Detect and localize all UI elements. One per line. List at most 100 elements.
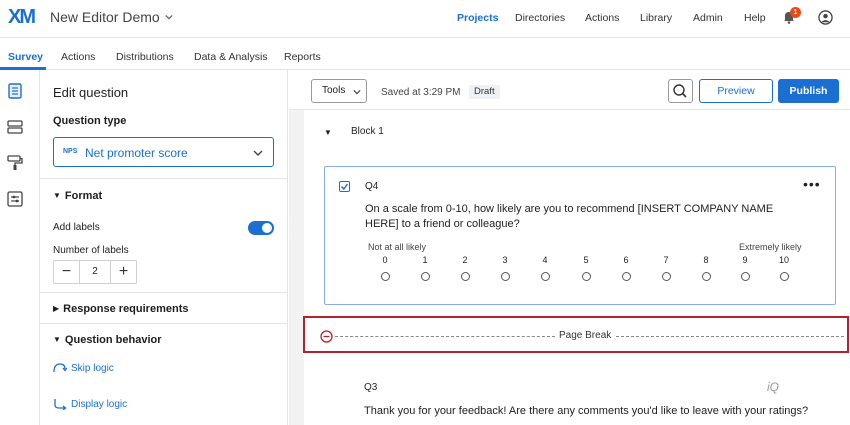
- labels-stepper: − 2 +: [53, 260, 137, 284]
- edit-question-panel: Edit question Question type NPS Net prom…: [40, 70, 288, 425]
- xm-logo[interactable]: XM: [8, 6, 36, 29]
- tab-distributions[interactable]: Distributions: [116, 51, 174, 63]
- project-name[interactable]: New Editor Demo: [50, 9, 160, 25]
- add-labels-toggle[interactable]: [248, 221, 274, 235]
- more-options-icon[interactable]: •••: [803, 176, 821, 192]
- question-type-label: Question type: [53, 115, 127, 127]
- caret-down-icon: ▼: [53, 335, 61, 344]
- save-status: Saved at 3:29 PM: [381, 87, 461, 98]
- notification-badge: 1: [790, 7, 801, 18]
- display-logic-label: Display logic: [71, 399, 128, 410]
- divider: [40, 323, 288, 324]
- scale-point-label: 4: [542, 255, 548, 265]
- scale-radio-button[interactable]: [420, 272, 430, 281]
- question-text[interactable]: On a scale from 0-10, how likely are you…: [365, 202, 805, 232]
- chevron-down-icon[interactable]: [165, 13, 173, 21]
- scale-radio-button[interactable]: [460, 272, 470, 281]
- check-icon: [340, 183, 349, 191]
- scale-radio-button[interactable]: [661, 272, 671, 281]
- increment-button[interactable]: +: [110, 261, 136, 283]
- question-type-value: Net promoter score: [85, 146, 188, 160]
- question-behavior-header[interactable]: ▼ Question behavior: [53, 334, 162, 346]
- question-type-select[interactable]: NPS Net promoter score: [53, 137, 274, 167]
- question-text-q3[interactable]: Thank you for your feedback! Are there a…: [364, 405, 808, 417]
- tab-actions[interactable]: Actions: [61, 51, 95, 63]
- scale-radio-button[interactable]: [500, 272, 510, 281]
- page-break[interactable]: Page Break: [303, 316, 849, 353]
- scale-radio-button[interactable]: [581, 272, 591, 281]
- user-account-icon[interactable]: [818, 10, 833, 25]
- toggle-knob: [262, 223, 272, 233]
- survey-canvas: Tools Saved at 3:29 PM Draft Preview Pub…: [289, 70, 850, 425]
- status-badge: Draft: [469, 85, 500, 99]
- scale-point-label: 6: [623, 255, 629, 265]
- survey-tabs: Survey Actions Distributions Data & Anal…: [0, 38, 850, 70]
- canvas-gutter: [289, 110, 304, 425]
- topnav-admin[interactable]: Admin: [693, 12, 723, 24]
- skip-logic-link[interactable]: Skip logic: [53, 362, 114, 374]
- topnav-library[interactable]: Library: [640, 12, 672, 24]
- preview-button[interactable]: Preview: [699, 79, 773, 103]
- tab-survey[interactable]: Survey: [8, 51, 43, 63]
- response-requirements-header[interactable]: ▶ Response requirements: [53, 303, 188, 315]
- scale-high-label: Extremely likely: [739, 242, 802, 252]
- survey-options-icon[interactable]: [6, 190, 24, 208]
- scale-radio-button[interactable]: [779, 272, 789, 281]
- scale-point-label: 2: [462, 255, 468, 265]
- scale-point-label: 3: [502, 255, 508, 265]
- scale-point-label: 0: [382, 255, 388, 265]
- format-section-header[interactable]: ▼ Format: [53, 190, 102, 202]
- topnav-help[interactable]: Help: [744, 12, 766, 24]
- question-card-q4[interactable]: Q4 ••• On a scale from 0-10, how likely …: [324, 166, 836, 305]
- scale-radio-button[interactable]: [740, 272, 750, 281]
- skip-logic-label: Skip logic: [71, 363, 114, 374]
- labels-count[interactable]: 2: [80, 266, 110, 277]
- divider: [40, 292, 288, 293]
- panel-title: Edit question: [53, 85, 129, 100]
- topnav-actions[interactable]: Actions: [585, 12, 619, 24]
- display-logic-icon: [54, 399, 67, 411]
- iq-icon: iQ: [767, 380, 779, 394]
- question-id: Q4: [365, 181, 379, 192]
- block-title[interactable]: Block 1: [351, 126, 384, 137]
- publish-button[interactable]: Publish: [778, 79, 839, 103]
- remove-page-break-icon[interactable]: [320, 330, 333, 343]
- page-break-label: Page Break: [559, 330, 612, 341]
- scale-radio-button[interactable]: [621, 272, 631, 281]
- chevron-down-icon: [353, 90, 361, 95]
- tools-button[interactable]: Tools: [311, 79, 367, 103]
- paint-roller-icon[interactable]: [6, 154, 24, 172]
- number-of-labels-label: Number of labels: [53, 245, 129, 256]
- divider: [40, 178, 288, 179]
- tab-data-analysis[interactable]: Data & Analysis: [194, 51, 268, 63]
- tools-label: Tools: [322, 85, 346, 96]
- page-break-line: [335, 336, 555, 337]
- caret-right-icon: ▶: [53, 304, 60, 313]
- scale-radio-button[interactable]: [540, 272, 550, 281]
- chevron-down-icon: [253, 150, 263, 156]
- scale-radio-button[interactable]: [701, 272, 711, 281]
- question-select-checkbox[interactable]: [339, 181, 350, 192]
- topnav-projects[interactable]: Projects: [457, 12, 498, 24]
- scale-radio-button[interactable]: [380, 272, 390, 281]
- display-logic-link[interactable]: Display logic: [53, 398, 128, 411]
- topnav-directories[interactable]: Directories: [515, 12, 565, 24]
- add-labels-label: Add labels: [53, 222, 100, 233]
- search-icon: [673, 84, 687, 98]
- scale-point-label: 8: [703, 255, 709, 265]
- editor-toolbar: Tools Saved at 3:29 PM Draft Preview Pub…: [289, 70, 850, 110]
- search-button[interactable]: [668, 79, 693, 103]
- scale-point-label: 5: [583, 255, 589, 265]
- caret-down-icon: ▼: [53, 191, 61, 200]
- format-heading: Format: [64, 190, 103, 202]
- tab-reports[interactable]: Reports: [284, 51, 321, 63]
- question-behavior-heading: Question behavior: [64, 334, 162, 346]
- skip-logic-icon: [53, 363, 68, 373]
- scale-low-label: Not at all likely: [368, 242, 427, 252]
- scale-point-label: 1: [422, 255, 428, 265]
- decrement-button[interactable]: −: [54, 261, 80, 283]
- response-requirements-heading: Response requirements: [63, 303, 189, 315]
- block-collapse-icon[interactable]: ▼: [324, 128, 332, 137]
- edit-question-icon[interactable]: [6, 82, 24, 100]
- survey-flow-icon[interactable]: [6, 118, 24, 136]
